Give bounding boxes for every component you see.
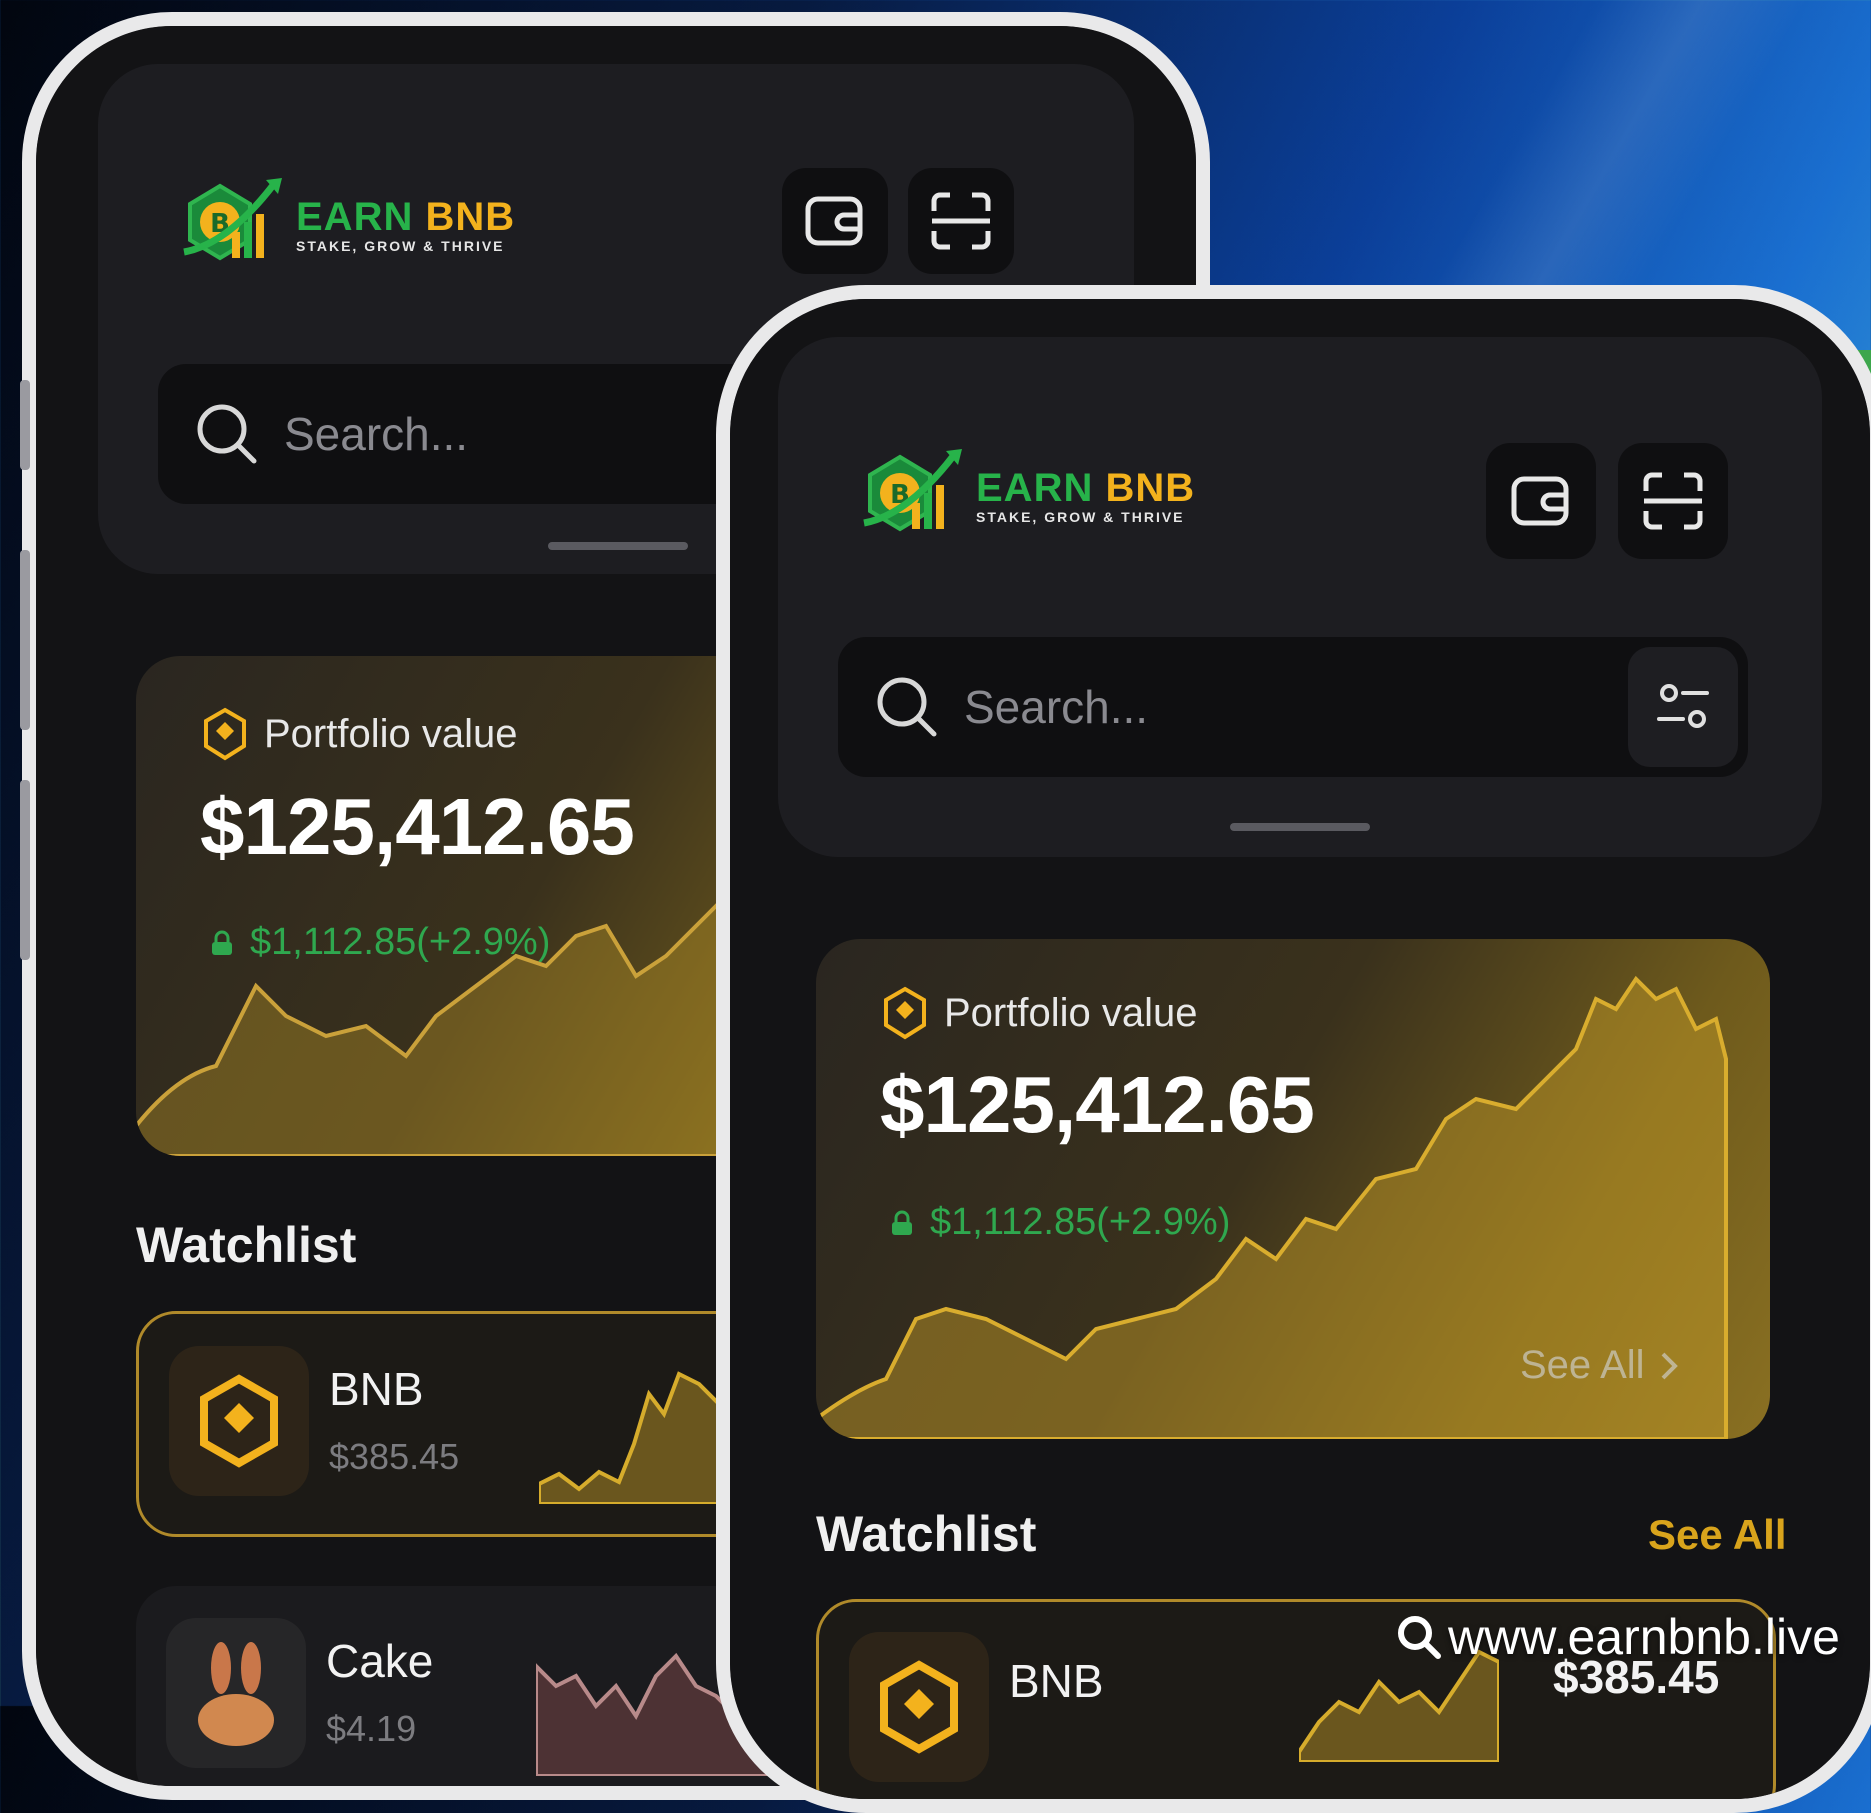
portfolio-change: $1,112.85(+2.9%)	[930, 1201, 1231, 1243]
filter-icon	[1657, 684, 1709, 728]
portfolio-label: Portfolio value	[944, 990, 1198, 1035]
logo-emblem-icon: B	[183, 178, 282, 261]
sheet-handle[interactable]	[548, 542, 688, 550]
filter-button[interactable]	[1628, 647, 1738, 767]
phone-front: B EARN BNB STAKE, GROW & THRIVE Search..…	[716, 285, 1871, 1813]
coin-name: BNB	[329, 1363, 424, 1415]
scan-button[interactable]	[908, 168, 1014, 274]
sheet-handle[interactable]	[1230, 823, 1370, 831]
search-icon	[877, 677, 937, 737]
bnb-coin-icon	[200, 1374, 278, 1468]
wallet-button[interactable]	[782, 168, 888, 274]
watchlist-title: Watchlist	[816, 1506, 1037, 1562]
brand-name-bnb: BNB	[425, 194, 516, 239]
scan-icon	[931, 192, 991, 250]
brand-tagline: STAKE, GROW & THRIVE	[976, 508, 1185, 525]
portfolio-card[interactable]: Portfolio value $125,412.65 $1,112.85(+2…	[816, 939, 1770, 1439]
search-input[interactable]: Search...	[964, 680, 1148, 734]
search-icon	[1398, 1616, 1441, 1659]
bnb-coin-badge	[849, 1632, 989, 1782]
brand-logo: B EARN BNB STAKE, GROW & THRIVE	[858, 445, 1195, 545]
brand-name-bnb: BNB	[1105, 465, 1196, 510]
portfolio-label-row: Portfolio value	[880, 985, 1197, 1041]
wallet-icon	[1511, 476, 1569, 526]
logo-emblem-icon: B	[863, 449, 962, 532]
website-url-text: www.earnbnb.live	[1448, 1609, 1840, 1665]
scan-icon	[1643, 472, 1703, 530]
coin-price: $385.45	[329, 1436, 460, 1477]
search-bar[interactable]: Search...	[838, 637, 1748, 777]
coin-name: Cake	[326, 1635, 434, 1687]
coin-name: BNB	[1009, 1655, 1104, 1707]
portfolio-change-row: $1,112.85(+2.9%)	[890, 1201, 1230, 1244]
chevron-right-icon	[1661, 1352, 1678, 1379]
phone-front-screen: B EARN BNB STAKE, GROW & THRIVE Search..…	[730, 299, 1870, 1799]
coin-price: $4.19	[326, 1708, 417, 1749]
lock-up-icon	[892, 1210, 912, 1235]
portfolio-see-all[interactable]: See All	[1520, 1343, 1679, 1388]
cake-coin-icon	[198, 1642, 274, 1746]
cake-coin-badge	[166, 1618, 306, 1768]
side-button	[20, 780, 30, 960]
bnb-coin-icon	[884, 986, 926, 1040]
brand-logo: B EARN BNB STAKE, GROW & THRIVE	[178, 174, 515, 274]
header-card: B EARN BNB STAKE, GROW & THRIVE Search..…	[778, 337, 1822, 857]
bnb-coin-badge	[169, 1346, 309, 1496]
watchlist-see-all[interactable]: See All	[1648, 1511, 1787, 1559]
volume-button-down	[20, 550, 30, 730]
brand-name-earn: EARN	[976, 465, 1094, 510]
watchlist-title: Watchlist	[136, 1217, 357, 1273]
search-input[interactable]: Search...	[284, 407, 468, 461]
website-url[interactable]: www.earnbnb.live	[1396, 1608, 1840, 1666]
scan-button[interactable]	[1618, 443, 1728, 559]
volume-button-up	[20, 380, 30, 470]
portfolio-value: $125,412.65	[880, 1060, 1315, 1149]
wallet-button[interactable]	[1486, 443, 1596, 559]
bnb-coin-icon	[880, 1660, 958, 1754]
brand-tagline: STAKE, GROW & THRIVE	[296, 237, 505, 254]
portfolio-see-all-label: See All	[1520, 1343, 1645, 1387]
brand-name-earn: EARN	[296, 194, 414, 239]
wallet-icon	[805, 196, 863, 246]
search-icon	[197, 404, 257, 464]
